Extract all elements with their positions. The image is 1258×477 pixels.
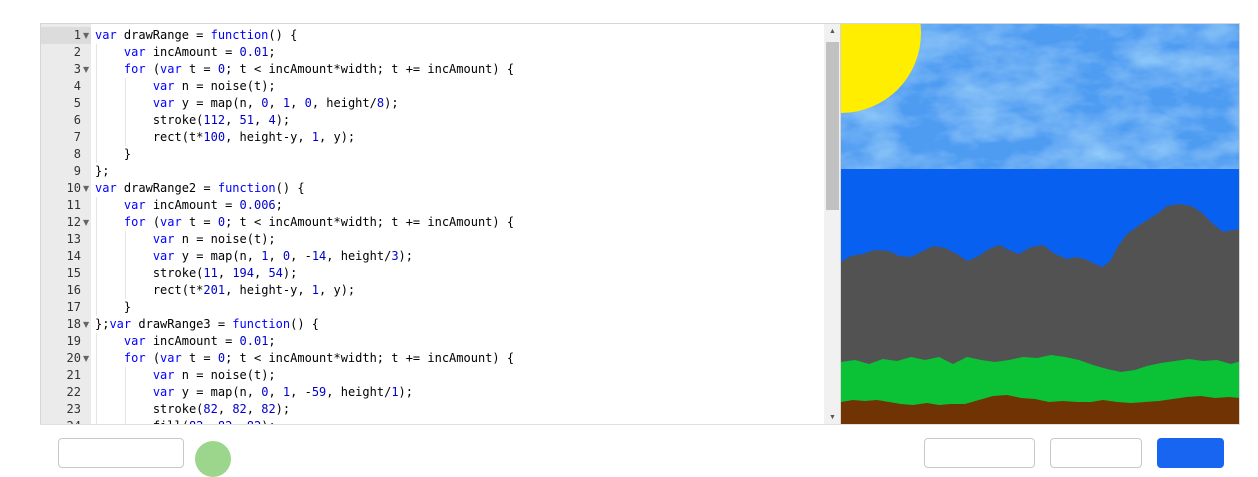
line-number: 17 [66, 300, 81, 314]
chevron-down-icon[interactable]: ▼ [83, 180, 91, 197]
indent-guide [96, 384, 97, 401]
code-line[interactable]: }; [95, 163, 109, 180]
indent-guide [96, 146, 97, 163]
indent-guide [124, 384, 126, 401]
indent-guide [96, 112, 97, 129]
code-line[interactable]: };var drawRange3 = function() { [95, 316, 319, 333]
line-number: 21 [66, 368, 81, 382]
indent-guide [96, 78, 97, 95]
indent-guide [124, 95, 126, 112]
chevron-down-icon[interactable]: ▼ [83, 350, 91, 367]
code-line[interactable]: var y = map(n, 0, 1, 0, height/8); [153, 95, 399, 112]
scroll-up-icon[interactable]: ▲ [824, 24, 841, 40]
line-number: 18 [66, 317, 81, 331]
code-line[interactable]: for (var t = 0; t < incAmount*width; t +… [124, 350, 514, 367]
indent-guide [124, 231, 126, 248]
scrollbar-thumb[interactable] [826, 42, 839, 210]
line-number: 8 [73, 147, 81, 161]
code-line[interactable]: stroke(11, 194, 54); [153, 265, 298, 282]
line-number: 16 [66, 283, 81, 297]
chevron-down-icon[interactable]: ▼ [83, 214, 91, 231]
left-action-button[interactable] [58, 438, 184, 468]
indent-guide [96, 95, 97, 112]
indent-guide [96, 350, 97, 367]
line-number: 23 [66, 402, 81, 416]
code-line[interactable]: var n = noise(t); [153, 367, 276, 384]
indent-guide [96, 299, 97, 316]
toolbar-button-1[interactable] [924, 438, 1035, 468]
landscape-drawing [841, 24, 1239, 424]
line-number: 4 [73, 79, 81, 93]
code-line[interactable]: stroke(112, 51, 4); [153, 112, 290, 129]
indent-guide [124, 367, 126, 384]
code-line[interactable]: var drawRange = function() { [95, 27, 297, 44]
line-number: 5 [73, 96, 81, 110]
indent-guide [96, 197, 97, 214]
code-line[interactable]: for (var t = 0; t < incAmount*width; t +… [124, 61, 514, 78]
indent-guide [96, 214, 97, 231]
toolbar-button-2[interactable] [1050, 438, 1142, 468]
indent-guide [124, 129, 126, 146]
code-line[interactable]: var incAmount = 0.006; [124, 197, 283, 214]
line-number: 2 [73, 45, 81, 59]
code-line[interactable]: rect(t*201, height-y, 1, y); [153, 282, 355, 299]
editor-scrollbar[interactable]: ▲ ▼ [824, 24, 841, 426]
code-line[interactable]: var incAmount = 0.01; [124, 333, 276, 350]
line-number: 20 [66, 351, 81, 365]
code-line[interactable]: var y = map(n, 0, 1, -59, height/1); [153, 384, 413, 401]
code-line[interactable]: for (var t = 0; t < incAmount*width; t +… [124, 214, 514, 231]
code-line[interactable]: var n = noise(t); [153, 231, 276, 248]
line-number: 22 [66, 385, 81, 399]
line-number: 6 [73, 113, 81, 127]
line-number: 14 [66, 249, 81, 263]
code-content[interactable]: var drawRange = function() {var incAmoun… [91, 24, 826, 426]
line-number: 11 [66, 198, 81, 212]
primary-button[interactable] [1157, 438, 1224, 468]
code-line[interactable]: var drawRange2 = function() { [95, 180, 305, 197]
line-number-gutter: 1 ▼ 2 3 ▼ 4 5 6 7 8 9 10 ▼ 11 12 ▼ 13 14 15 16 17 18 ▼ 19 20 ▼ 21 2… [41, 24, 91, 426]
line-number: 15 [66, 266, 81, 280]
code-line[interactable]: } [124, 146, 131, 163]
line-number: 7 [73, 130, 81, 144]
indent-guide [96, 401, 97, 418]
indent-guide [124, 78, 126, 95]
code-line[interactable]: stroke(82, 82, 82); [153, 401, 290, 418]
indent-guide [96, 367, 97, 384]
code-line[interactable]: var y = map(n, 1, 0, -14, height/3); [153, 248, 413, 265]
indent-guide [96, 282, 97, 299]
chevron-down-icon[interactable]: ▼ [83, 316, 91, 333]
line-number: 19 [66, 334, 81, 348]
indent-guide [124, 282, 126, 299]
code-editor[interactable]: 1 ▼ 2 3 ▼ 4 5 6 7 8 9 10 ▼ 11 12 ▼ 13 14 15 16 17 18 ▼ 19 20 ▼ 21 2… [40, 23, 841, 427]
line-number: 1 [73, 28, 81, 42]
indent-guide [124, 248, 126, 265]
line-number: 10 [66, 181, 81, 195]
output-canvas[interactable] [840, 23, 1240, 425]
indent-guide [124, 112, 126, 129]
indent-guide [124, 401, 126, 418]
indent-guide [96, 265, 97, 282]
code-line[interactable]: var n = noise(t); [153, 78, 276, 95]
line-number: 3 [73, 62, 81, 76]
code-line[interactable]: } [124, 299, 131, 316]
code-line[interactable]: rect(t*100, height-y, 1, y); [153, 129, 355, 146]
indent-guide [96, 61, 97, 78]
indent-guide [96, 44, 97, 61]
line-number: 12 [66, 215, 81, 229]
line-number: 13 [66, 232, 81, 246]
indent-guide [96, 231, 97, 248]
chevron-down-icon[interactable]: ▼ [83, 27, 91, 44]
code-line[interactable]: var incAmount = 0.01; [124, 44, 276, 61]
indent-guide [124, 265, 126, 282]
line-number: 9 [73, 164, 81, 178]
chevron-down-icon[interactable]: ▼ [83, 61, 91, 78]
indent-guide [96, 248, 97, 265]
avatar[interactable] [195, 441, 231, 477]
indent-guide [96, 333, 97, 350]
bottom-toolbar [40, 424, 1240, 477]
indent-guide [96, 129, 97, 146]
